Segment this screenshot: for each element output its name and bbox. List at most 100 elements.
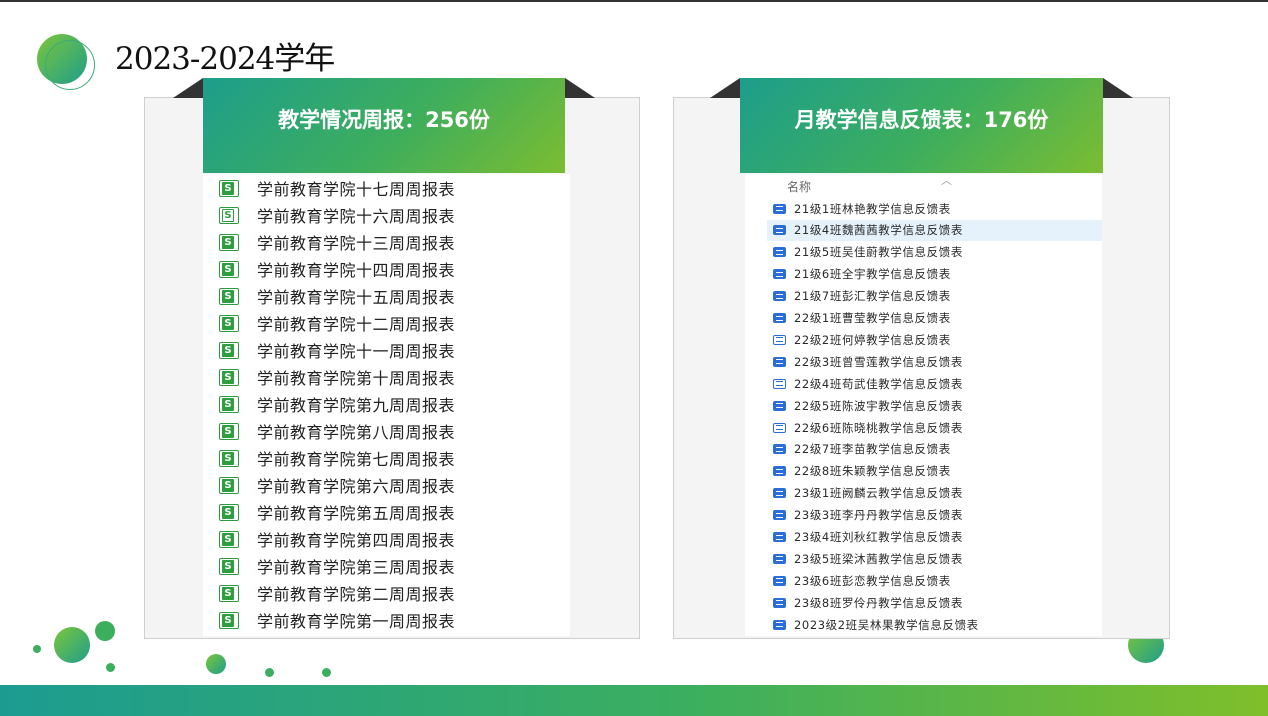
word-doc-icon-glyph [776,271,783,277]
word-doc-icon [773,597,786,608]
word-doc-icon [773,313,786,323]
file-name-label: 2023级2班吴林果教学信息反馈表 [794,617,979,632]
list-item[interactable]: 21级5班吴佳蔚教学信息反馈表 [767,242,1102,263]
spreadsheet-s-icon: S [219,422,239,440]
word-doc-icon-glyph [776,622,783,628]
list-item[interactable]: 23级1班阙麟云教学信息反馈表 [767,483,1102,504]
list-item[interactable]: 23级5班梁沐茜教学信息反馈表 [767,548,1102,569]
ribbon-tab-left [710,78,740,98]
spreadsheet-s-icon: S [219,395,239,413]
list-item[interactable]: S 学前教育学院第七周周报表 [203,445,570,471]
spreadsheet-s-icon-glyph: S [222,451,234,465]
chevron-up-icon[interactable]: ︿ [941,174,952,188]
word-doc-icon-glyph [776,315,783,321]
spreadsheet-s-icon-glyph: S [222,262,234,276]
list-item[interactable]: 23级4班刘秋红教学信息反馈表 [767,527,1102,548]
file-name-label: 22级7班李苗教学信息反馈表 [794,442,951,457]
file-name-label: 学前教育学院第二周周报表 [257,585,456,604]
monthly-feedback-file-list: 名称 ︿ 21级1班林艳教学信息反馈表 21级4班魏茜茜教学信息反馈表 21级5班吴… [745,174,1102,636]
list-item[interactable]: 23级8班罗伶丹教学信息反馈表 [767,592,1102,613]
word-doc-icon [773,510,786,521]
file-name-label: 学前教育学院第三周周报表 [257,558,456,577]
decor-dot-icon [206,654,226,674]
spreadsheet-s-icon: S [219,314,239,332]
word-doc-icon-glyph [776,381,783,387]
file-name-label: 学前教育学院十三周周报表 [257,234,456,253]
list-item[interactable]: 22级5班陈波宇教学信息反馈表 [767,395,1102,416]
list-item[interactable]: 22级8班朱颖教学信息反馈表 [767,461,1102,482]
file-name-label: 21级4班魏茜茜教学信息反馈表 [794,223,963,238]
spreadsheet-s-icon-glyph: S [222,505,234,519]
word-doc-icon [773,422,786,433]
file-name-label: 学前教育学院十四周周报表 [257,261,456,280]
list-item[interactable]: S 学前教育学院十三周周报表 [203,229,570,255]
list-item[interactable]: 21级4班魏茜茜教学信息反馈表 [767,219,1102,241]
list-item[interactable]: S 学前教育学院第四周周报表 [203,526,570,552]
file-name-label: 学前教育学院第七周周报表 [257,450,456,469]
file-name-label: 23级6班彭恋教学信息反馈表 [794,573,951,588]
file-name-label: 23级3班李丹丹教学信息反馈表 [794,508,963,523]
file-name-label: 21级5班吴佳蔚教学信息反馈表 [794,245,963,260]
word-doc-icon [773,532,786,542]
word-doc-icon [773,334,786,345]
list-item[interactable]: 22级1班曹莹教学信息反馈表 [767,308,1102,329]
list-item[interactable]: S 学前教育学院第一周周报表 [203,607,570,633]
word-doc-icon [773,553,786,564]
spreadsheet-s-icon: S [219,584,239,602]
spreadsheet-s-icon: S [219,557,239,575]
list-item[interactable]: 21级6班全宇教学信息反馈表 [767,264,1102,285]
list-item[interactable]: S 学前教育学院第二周周报表 [203,580,570,606]
word-doc-icon-glyph [776,403,783,409]
list-item[interactable]: S 学前教育学院十二周周报表 [203,310,570,336]
list-item[interactable]: S 学前教育学院十七周周报表 [203,175,570,201]
list-item[interactable]: 21级1班林艳教学信息反馈表 [767,198,1102,219]
file-name-label: 22级6班陈晓桃教学信息反馈表 [794,420,963,435]
list-item[interactable]: 23级6班彭恋教学信息反馈表 [767,570,1102,591]
file-name-label: 22级2班何婷教学信息反馈表 [794,332,951,347]
spreadsheet-s-icon: S [219,503,239,521]
spreadsheet-s-icon-glyph: S [222,316,234,330]
list-item[interactable]: S 学前教育学院十一周周报表 [203,337,570,363]
spreadsheet-s-icon-glyph: S [222,586,234,600]
list-item[interactable]: 22级7班李苗教学信息反馈表 [767,439,1102,460]
list-item[interactable]: S 学前教育学院十四周周报表 [203,256,570,282]
spreadsheet-s-icon-glyph: S [222,343,234,357]
spreadsheet-s-icon-glyph: S [222,370,234,384]
logo-ring-icon [45,40,95,90]
list-item[interactable]: S 学前教育学院第五周周报表 [203,499,570,525]
weekly-report-ribbon: 教学情况周报：256份 [203,78,565,173]
list-item[interactable]: 21级7班彭汇教学信息反馈表 [767,286,1102,307]
list-item[interactable]: S 学前教育学院第八周周报表 [203,418,570,444]
word-doc-icon-glyph [776,446,783,452]
spreadsheet-s-icon: S [219,476,239,494]
list-item[interactable]: S 学前教育学院第十周周报表 [203,364,570,390]
list-item[interactable]: 2023级2班吴林果教学信息反馈表 [767,614,1102,635]
file-name-label: 23级5班梁沐茜教学信息反馈表 [794,551,963,566]
list-item[interactable]: 22级6班陈晓桃教学信息反馈表 [767,417,1102,438]
file-name-label: 22级3班曾雪莲教学信息反馈表 [794,354,963,369]
word-doc-icon-glyph [776,227,783,233]
list-item[interactable]: 22级4班苟武佳教学信息反馈表 [767,373,1102,394]
file-name-label: 学前教育学院十一周周报表 [257,342,456,361]
word-doc-icon-glyph [776,556,783,562]
list-item[interactable]: S 学前教育学院十五周周报表 [203,283,570,309]
list-item[interactable]: S 学前教育学院第九周周报表 [203,391,570,417]
spreadsheet-s-icon-glyph: S [222,424,234,438]
list-item[interactable]: S 学前教育学院十六周周报表 [203,202,570,228]
word-doc-icon [773,378,786,389]
list-item[interactable]: S 学前教育学院第六周周报表 [203,472,570,498]
list-item[interactable]: 22级3班曾雪莲教学信息反馈表 [767,351,1102,372]
file-name-label: 22级5班陈波宇教学信息反馈表 [794,398,963,413]
word-doc-icon-glyph [776,512,783,518]
list-item[interactable]: 22级2班何婷教学信息反馈表 [767,329,1102,350]
word-doc-icon [773,575,786,586]
spreadsheet-s-icon: S [219,260,239,278]
spreadsheet-s-icon: S [219,341,239,359]
file-name-label: 学前教育学院第六周周报表 [257,477,456,496]
monthly-feedback-ribbon: 月教学信息反馈表：176份 [740,78,1103,173]
column-header-name[interactable]: 名称 [787,178,811,195]
list-item[interactable]: 23级3班李丹丹教学信息反馈表 [767,505,1102,526]
file-name-label: 23级8班罗伶丹教学信息反馈表 [794,595,963,610]
list-item[interactable]: S 学前教育学院第三周周报表 [203,553,570,579]
ribbon-tab-right [1103,78,1133,98]
